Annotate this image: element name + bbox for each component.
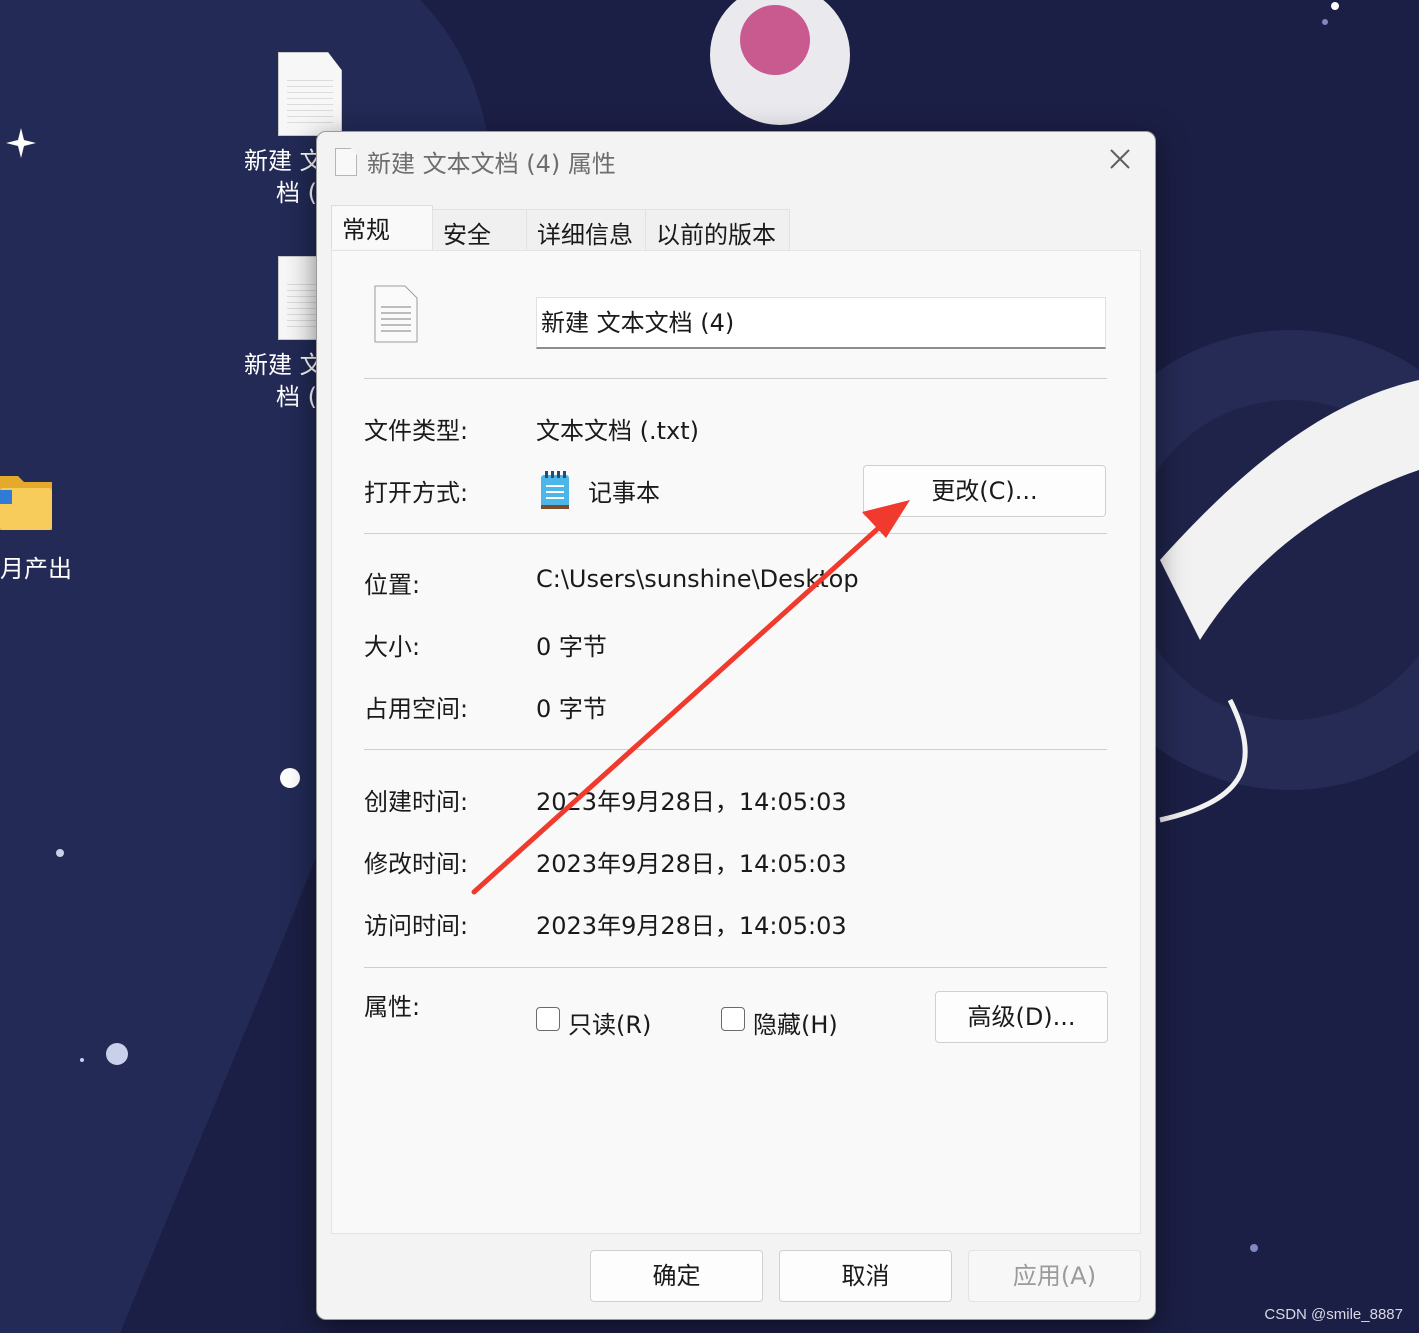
size-label: 大小: [364, 633, 421, 661]
tab-details[interactable]: 详细信息 [526, 209, 646, 250]
size-value: 0 字节 [536, 633, 607, 661]
desktop-file-label: 新建 文 [244, 351, 324, 379]
cancel-button[interactable]: 取消 [779, 1250, 952, 1302]
divider [364, 967, 1107, 968]
hidden-label[interactable]: 隐藏(H) [753, 1005, 838, 1040]
file-type-label: 文件类型: [364, 417, 469, 445]
properties-dialog: 新建 文本文档 (4) 属性 常规 安全 详细信息 以前的版本 新建 文本文档 … [316, 131, 1156, 1320]
text-document-icon [278, 52, 342, 136]
desktop-file-label: 新建 文 [244, 147, 324, 175]
hidden-checkbox[interactable] [721, 1007, 745, 1031]
modified-label: 修改时间: [364, 850, 469, 878]
desktop-folder-label: 月产出 [0, 555, 72, 583]
desktop-folder-icon[interactable]: 月产出 [0, 470, 90, 590]
divider [364, 533, 1107, 534]
location-value: C:\Users\sunshine\Desktop [536, 565, 859, 593]
size-on-disk-value: 0 字节 [536, 695, 607, 723]
accessed-label: 访问时间: [364, 912, 469, 940]
size-on-disk-label: 占用空间: [364, 695, 469, 723]
attributes-label: 属性: [364, 993, 421, 1021]
created-label: 创建时间: [364, 788, 469, 816]
desktop-file-label: 档 ( [276, 179, 317, 207]
location-label: 位置: [364, 571, 421, 599]
change-button[interactable]: 更改(C)... [863, 465, 1106, 517]
accessed-value: 2023年9月28日，14:05:03 [536, 912, 847, 940]
title-bar[interactable]: 新建 文本文档 (4) 属性 [317, 132, 1155, 190]
general-panel: 新建 文本文档 (4) 文件类型: 文本文档 (.txt) 打开方式: 记事本 … [331, 250, 1141, 1234]
file-type-value: 文本文档 (.txt) [536, 417, 700, 445]
readonly-checkbox[interactable] [536, 1007, 560, 1031]
divider [364, 378, 1107, 379]
open-with-value: 记事本 [588, 479, 660, 507]
created-value: 2023年9月28日，14:05:03 [536, 788, 847, 816]
notepad-icon [541, 471, 569, 509]
watermark: CSDN @smile_8887 [1264, 1306, 1403, 1323]
tab-security[interactable]: 安全 [432, 209, 527, 250]
dialog-title: 新建 文本文档 (4) 属性 [367, 150, 616, 178]
file-name-input[interactable]: 新建 文本文档 (4) [536, 297, 1106, 349]
text-document-icon [374, 285, 418, 343]
apply-button[interactable]: 应用(A) [968, 1250, 1141, 1302]
close-icon[interactable] [1103, 142, 1137, 176]
text-document-icon [335, 148, 357, 176]
folder-icon [0, 476, 52, 530]
ok-button[interactable]: 确定 [590, 1250, 763, 1302]
desktop: 新建 文 档 ( 新建 文 档 ( 月产出 新建 文本文档 (4) 属性 常规 … [0, 0, 1419, 1333]
advanced-button[interactable]: 高级(D)... [935, 991, 1108, 1043]
modified-value: 2023年9月28日，14:05:03 [536, 850, 847, 878]
tab-previous-versions[interactable]: 以前的版本 [645, 209, 790, 250]
open-with-label: 打开方式: [364, 479, 469, 507]
readonly-label[interactable]: 只读(R) [568, 1005, 651, 1040]
tab-general[interactable]: 常规 [331, 205, 433, 249]
divider [364, 749, 1107, 750]
desktop-file-label: 档 ( [276, 383, 317, 411]
